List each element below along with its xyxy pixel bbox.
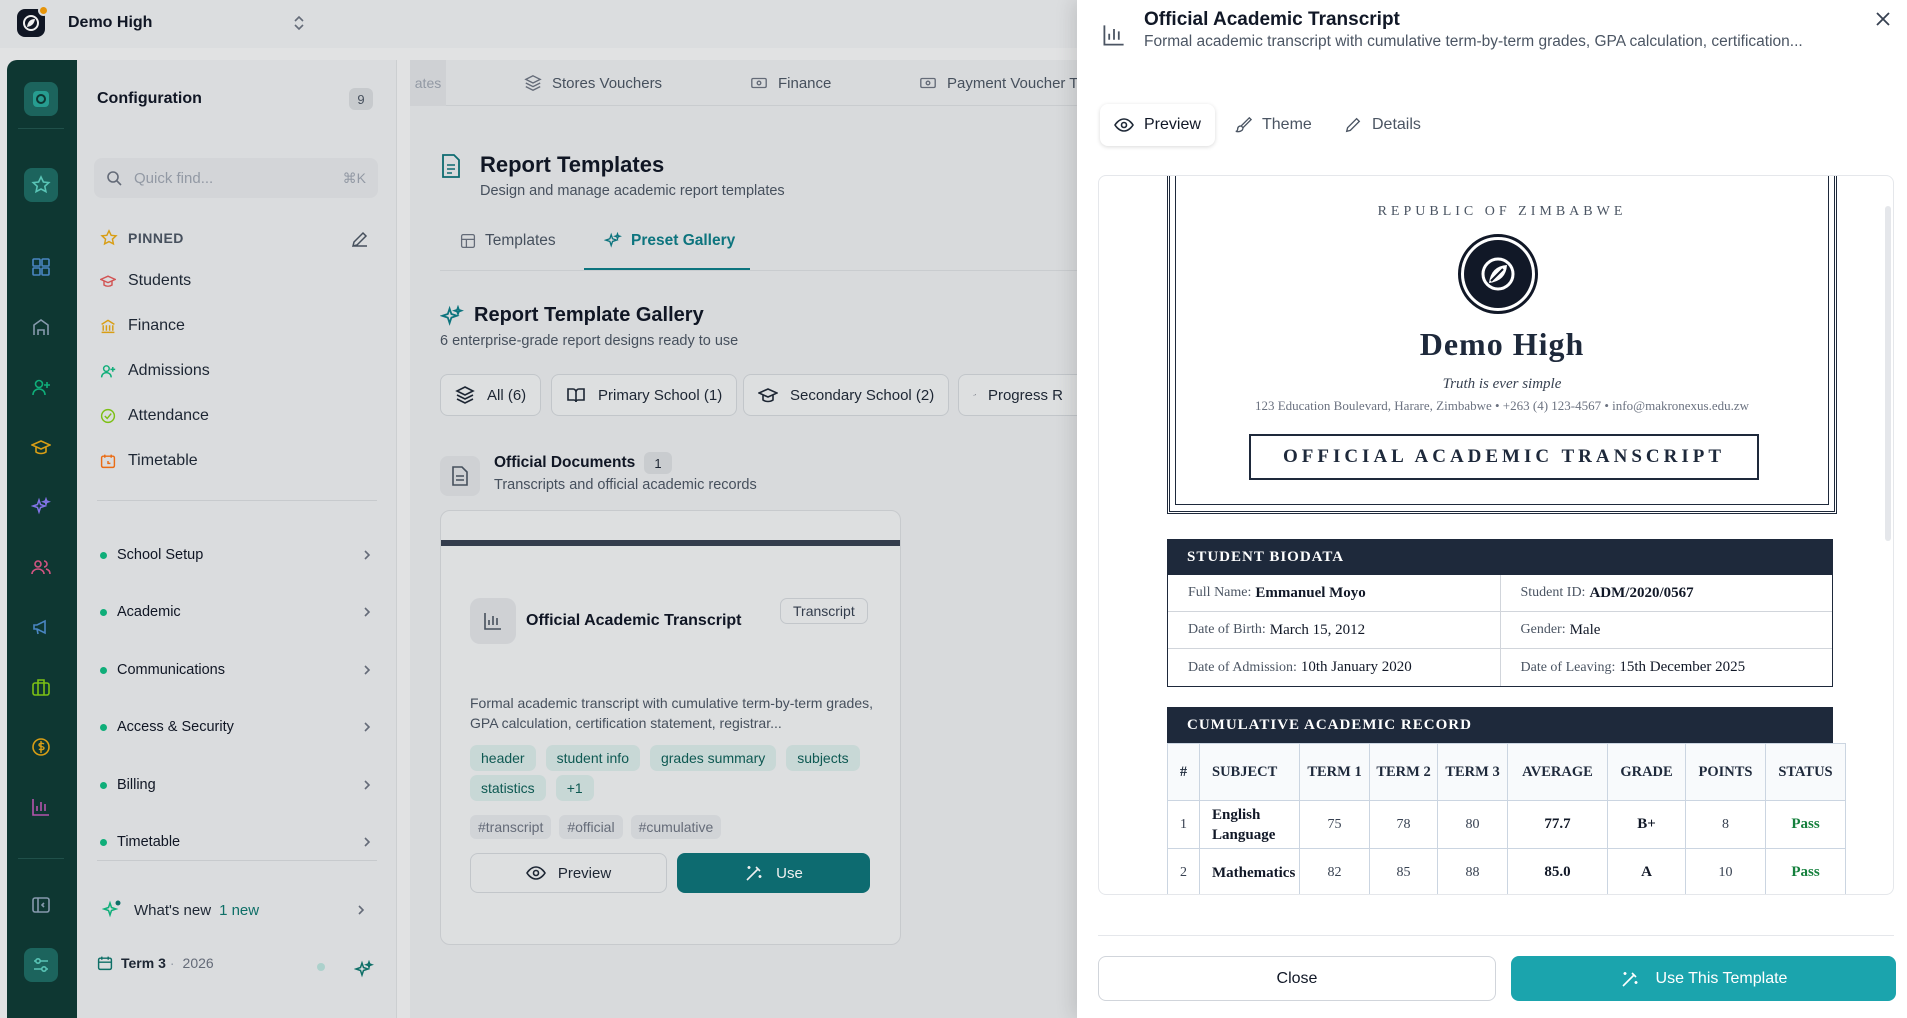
grades-header-row: # SUBJECT TERM 1 TERM 2 TERM 3 AVERAGE G… [1167,743,1846,801]
drawer-title: Official Academic Transcript [1144,9,1400,30]
school-crest [1458,234,1538,314]
school-motto: Truth is ever simple [1442,376,1562,392]
column-header: STATUS [1765,743,1846,801]
cell-average: 85.0 [1507,848,1608,894]
cell-grade: A [1607,848,1686,894]
grade-row: 1 English Language 75 78 80 77.7 B+ 8 Pa… [1167,800,1846,849]
biodata-field: Student ID: ADM/2020/0567 [1501,575,1833,611]
cell: 8 [1685,800,1766,849]
cell-status: Pass [1765,800,1846,849]
magic-wand-icon [1621,971,1638,987]
column-header: AVERAGE [1507,743,1608,801]
field-value: 15th December 2025 [1619,659,1746,675]
field-label: Date of Admission: [1188,659,1297,675]
modal-overlay[interactable] [0,0,1077,1018]
preview-scrollbar[interactable] [1885,206,1891,541]
transcript-preview[interactable]: REPUBLIC OF ZIMBABWE Demo High Truth is … [1098,175,1894,895]
biodata-field: Gender: Male [1501,612,1833,648]
pencil-icon [1345,117,1361,133]
school-address: 123 Education Boulevard, Harare, Zimbabw… [1254,398,1750,413]
tab-details[interactable]: Details [1330,104,1435,146]
field-label: Gender: [1520,622,1566,637]
field-label: Full Name: [1188,585,1252,600]
tab-label: Details [1372,116,1421,133]
bar-chart-icon [1098,10,1130,60]
drawer-subtitle: Formal academic transcript with cumulati… [1144,33,1803,50]
grade-row: 2 Mathematics 82 85 88 85.0 A 10 Pass [1167,848,1846,894]
eye-icon [1114,118,1134,132]
field-value: 10th January 2020 [1300,659,1412,675]
academic-record-header: CUMULATIVE ACADEMIC RECORD [1167,707,1833,743]
cell: 80 [1437,800,1508,849]
biodata-table: Full Name: Emmanuel Moyo Student ID: ADM/2… [1167,575,1833,687]
button-label: Use This Template [1655,969,1788,987]
biodata-row: Date of Admission: 10th January 2020 Date… [1168,649,1832,686]
field-value: ADM/2020/0567 [1589,584,1694,601]
paintbrush-icon [1235,116,1252,133]
field-label: Student ID: [1520,585,1586,600]
republic-heading: REPUBLIC OF ZIMBABWE [1377,204,1627,219]
tab-preview[interactable]: Preview [1100,104,1215,146]
drawer-footer-divider [1098,935,1894,936]
cell-average: 77.7 [1507,800,1608,849]
cell: 78 [1369,800,1438,849]
biodata-field: Date of Leaving: 15th December 2025 [1501,649,1833,686]
biodata-row: Full Name: Emmanuel Moyo Student ID: ADM/2… [1168,575,1832,612]
field-value: Emmanuel Moyo [1255,584,1366,601]
school-name: Demo High [1419,326,1585,362]
biodata-row: Date of Birth: March 15, 2012 Gender: Male [1168,612,1832,649]
cell: 75 [1299,800,1370,849]
field-value: March 15, 2012 [1269,621,1366,638]
cell: 88 [1437,848,1508,894]
cell-subject: English Language [1199,800,1300,849]
column-header: TERM 1 [1299,743,1370,801]
leaf-logo-icon [1481,257,1515,291]
cell-grade: B+ [1607,800,1686,849]
close-button[interactable]: Close [1098,956,1496,1001]
field-label: Date of Leaving: [1520,659,1616,675]
column-header: TERM 3 [1437,743,1508,801]
use-template-button[interactable]: Use This Template [1511,956,1896,1001]
column-header: TERM 2 [1369,743,1438,801]
close-icon[interactable] [1874,10,1892,28]
cell: 85 [1369,848,1438,894]
cell: 10 [1685,848,1766,894]
cell: 1 [1167,800,1200,849]
document-title: OFFICIAL ACADEMIC TRANSCRIPT [1249,434,1759,480]
field-label: Date of Birth: [1188,622,1266,637]
field-value: Male [1569,621,1601,638]
tab-label: Preview [1144,116,1201,133]
biodata-field: Date of Birth: March 15, 2012 [1168,612,1501,648]
biodata-header: STUDENT BIODATA [1167,539,1833,575]
biodata-field: Full Name: Emmanuel Moyo [1168,575,1501,611]
biodata-field: Date of Admission: 10th January 2020 [1168,649,1501,686]
grades-table: # SUBJECT TERM 1 TERM 2 TERM 3 AVERAGE G… [1167,743,1846,894]
column-header: POINTS [1685,743,1766,801]
cell-status: Pass [1765,848,1846,894]
tab-theme[interactable]: Theme [1220,104,1326,146]
cell: 2 [1167,848,1200,894]
cell-subject: Mathematics [1199,848,1300,894]
column-header: # [1167,743,1200,801]
column-header: SUBJECT [1199,743,1300,801]
cell: 82 [1299,848,1370,894]
column-header: GRADE [1607,743,1686,801]
tab-label: Theme [1262,116,1312,133]
